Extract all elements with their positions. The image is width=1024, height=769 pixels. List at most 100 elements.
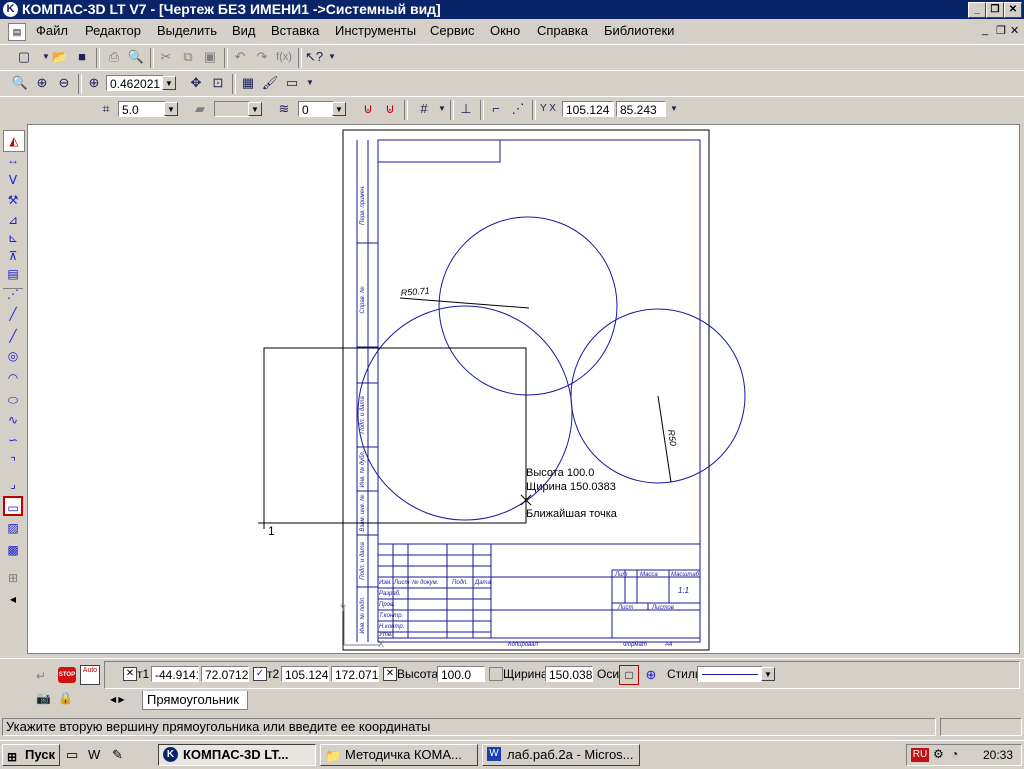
segment-tool-icon[interactable]: ╱ <box>3 326 23 346</box>
t2-x-input[interactable]: 105.124 <box>281 666 329 682</box>
new-document-icon[interactable]: ▢ <box>14 47 34 67</box>
t1-y-input[interactable]: 72.0712 <box>201 666 249 682</box>
step-icon[interactable]: ⌗ <box>96 99 116 119</box>
zoom-dropdown-icon[interactable]: ▼ <box>162 76 176 90</box>
close-button[interactable]: ✕ <box>1004 2 1022 18</box>
more-tools-icon[interactable]: ⊞ <box>3 568 23 588</box>
measure-panel-icon[interactable]: ⊾ <box>3 228 23 248</box>
layer-display-icon[interactable]: ▭ <box>282 73 302 93</box>
rectangle-tool-icon[interactable]: ▭ <box>3 496 23 516</box>
auto-create-button[interactable]: Auto <box>80 665 100 685</box>
cut-icon[interactable]: ✂ <box>156 47 176 67</box>
no-axes-button[interactable]: □ <box>619 665 639 685</box>
bezier-tool-icon[interactable]: ∽ <box>3 430 23 450</box>
spec-panel-icon[interactable]: ▤ <box>3 264 23 284</box>
show-all-icon[interactable]: ⊡ <box>208 73 228 93</box>
tray-volume-icon[interactable]: ◔ <box>951 747 958 761</box>
print-icon[interactable]: ⎙ <box>104 47 124 67</box>
width-input[interactable]: 150.038 <box>545 666 593 682</box>
menu-tools[interactable]: Инструменты <box>335 23 416 38</box>
width-fix-checkbox[interactable] <box>489 667 503 681</box>
tray-network-icon[interactable]: ⚙ <box>933 747 944 761</box>
t2-y-input[interactable]: 172.071 <box>331 666 379 682</box>
line-style-input[interactable] <box>214 101 250 117</box>
help-pointer-icon[interactable]: ↖? <box>304 47 324 67</box>
scroll-tools-icon[interactable]: ◀ <box>3 590 23 610</box>
function-icon[interactable]: f(x) <box>274 47 294 67</box>
menu-help[interactable]: Справка <box>537 23 588 38</box>
t1-x-input[interactable]: -44.9141 <box>151 666 199 682</box>
step-dropdown-icon[interactable]: ▼ <box>164 102 178 116</box>
menu-window[interactable]: Окно <box>490 23 520 38</box>
quicklaunch-desktop-icon[interactable]: ▭ <box>66 747 78 763</box>
step-input[interactable]: 5.0 <box>118 101 166 117</box>
dimensions-panel-icon[interactable]: ↔ <box>3 150 23 170</box>
task-metodichka[interactable]: 📁 Методичка КОМА... <box>320 744 478 766</box>
drawing-svg[interactable]: Перв. примен. Справ. № Подп. и дата Инв.… <box>28 125 1021 655</box>
drawing-canvas[interactable]: Перв. примен. Справ. № Подп. и дата Инв.… <box>27 124 1020 654</box>
quicklaunch-word-icon[interactable]: W <box>88 747 100 762</box>
style-icon[interactable]: ▰ <box>190 99 210 119</box>
symbols-panel-icon[interactable]: Ⅴ <box>3 170 23 190</box>
refresh-icon[interactable]: ▦ <box>238 73 258 93</box>
kompas-icon[interactable]: K <box>3 2 18 17</box>
redo-icon[interactable]: ↷ <box>252 47 272 67</box>
brush-icon[interactable]: 🖌 <box>260 73 280 93</box>
help-dropdown-icon[interactable]: ▼ <box>322 47 342 67</box>
menu-edit[interactable]: Редактор <box>85 23 141 38</box>
zoom-window-icon[interactable]: 🔍 <box>10 73 30 93</box>
zoom-in-icon[interactable]: ⊕ <box>32 73 52 93</box>
zoom-scale-icon[interactable]: ⊕ <box>84 73 104 93</box>
open-folder-icon[interactable]: 📂 <box>50 47 70 67</box>
line-style-dropdown-icon[interactable]: ▼ <box>761 667 775 681</box>
layer-dropdown-icon[interactable]: ▼ <box>332 102 346 116</box>
layer-input[interactable]: 0 <box>298 101 334 117</box>
undo-icon[interactable]: ↶ <box>230 47 250 67</box>
menu-view[interactable]: Вид <box>232 23 256 38</box>
height-input[interactable]: 100.0 <box>437 666 485 682</box>
toolbar-options-icon[interactable]: ▼ <box>664 99 684 119</box>
circle-tool-icon[interactable]: ◎ <box>3 346 23 366</box>
height-fix-checkbox[interactable]: ✕ <box>383 667 397 681</box>
spline-tool-icon[interactable]: ∿ <box>3 410 23 430</box>
menu-file[interactable]: Файл <box>36 23 68 38</box>
tab-rectangle[interactable]: Прямоугольник <box>142 691 248 710</box>
task-kompas[interactable]: K КОМПАС-3D LT... <box>158 744 316 766</box>
local-snap-icon[interactable]: ⊍ <box>380 99 400 119</box>
cursor-y-field[interactable]: 85.243 <box>616 101 666 117</box>
stop-button[interactable]: STOP <box>58 667 76 683</box>
doc-minimize-button[interactable]: _ <box>982 24 988 36</box>
copy-icon[interactable]: ⧉ <box>178 47 198 67</box>
tab-scroll-icon[interactable]: ◀ ▶ <box>110 695 125 704</box>
arc-tool-icon[interactable]: ◠ <box>3 368 23 388</box>
layers-icon[interactable]: ≋ <box>274 99 294 119</box>
t2-fix-checkbox[interactable]: ✓ <box>253 667 267 681</box>
grid-icon[interactable]: # <box>414 99 434 119</box>
enter-object-icon[interactable]: ↵ <box>36 669 46 683</box>
edit-panel-icon[interactable]: ⚒ <box>3 190 23 210</box>
ellipse-tool-icon[interactable]: ⬭ <box>3 390 23 410</box>
paste-icon[interactable]: ▣ <box>200 47 220 67</box>
restore-button[interactable]: ❐ <box>986 2 1004 18</box>
menu-service[interactable]: Сервис <box>430 23 475 38</box>
snap-magnet-icon[interactable]: ⊍ <box>358 99 378 119</box>
layer-display-dropdown-icon[interactable]: ▼ <box>300 73 320 93</box>
fill-tool-icon[interactable]: ▩ <box>3 540 23 560</box>
doc-restore-button[interactable]: ❐ <box>996 24 1006 37</box>
menu-select[interactable]: Выделить <box>157 23 217 38</box>
start-button[interactable]: ⊞ Пуск <box>2 744 60 766</box>
hatch-tool-icon[interactable]: ▨ <box>3 518 23 538</box>
zoom-input[interactable]: 0.462021 <box>106 75 164 91</box>
parametric-icon[interactable]: ⋰ <box>508 99 528 119</box>
minimize-button[interactable]: _ <box>968 2 986 18</box>
lock-icon[interactable]: 🔒 <box>58 691 73 705</box>
zoom-out-icon[interactable]: ⊖ <box>54 73 74 93</box>
menu-libraries[interactable]: Библиотеки <box>604 23 674 38</box>
grid-dropdown-icon[interactable]: ▼ <box>432 99 452 119</box>
parametrization-panel-icon[interactable]: ⊿ <box>3 210 23 230</box>
aux-line-tool-icon[interactable]: ╱ <box>3 304 23 324</box>
document-icon[interactable]: ▤ <box>8 23 26 41</box>
t1-fix-checkbox[interactable]: ✕ <box>123 667 137 681</box>
menu-insert[interactable]: Вставка <box>271 23 319 38</box>
chamfer-tool-icon[interactable]: ⌝ <box>3 452 23 472</box>
